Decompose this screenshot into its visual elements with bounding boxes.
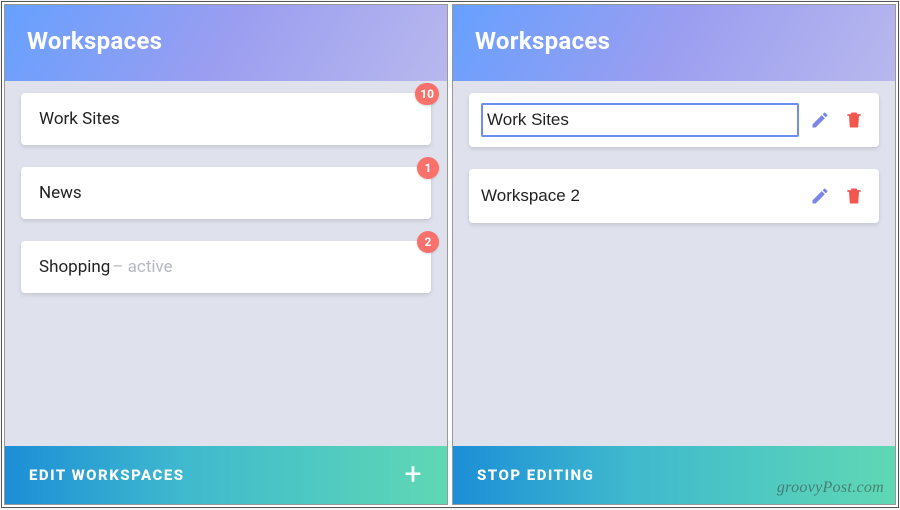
edit-workspaces-button[interactable]: EDIT WORKSPACES + [5, 446, 447, 504]
workspace-list: Work Sites 10 News 1 Shopping – active 2 [5, 81, 447, 446]
tab-count-badge: 2 [417, 231, 439, 253]
panel-edit-mode: Workspaces [452, 4, 896, 505]
workspace-name-input[interactable] [481, 186, 799, 206]
workspace-item[interactable]: Work Sites 10 [21, 93, 431, 145]
workspace-name: News [39, 183, 82, 203]
tab-count-badge: 10 [415, 83, 439, 105]
workspace-name-input[interactable] [487, 110, 793, 130]
panel-view-mode: Workspaces Work Sites 10 News 1 Shopping… [4, 4, 448, 505]
header-title: Workspaces [5, 5, 447, 81]
pencil-icon[interactable] [807, 107, 833, 133]
footer-label: STOP EDITING [477, 466, 594, 484]
workspace-name: Shopping [39, 257, 110, 277]
workspace-item[interactable]: Shopping – active 2 [21, 241, 431, 293]
stop-editing-button[interactable]: STOP EDITING [453, 446, 895, 504]
workspace-name-input-wrap [481, 179, 799, 213]
workspace-edit-list [453, 81, 895, 446]
workspace-edit-item [469, 169, 879, 223]
screenshot-container: Workspaces Work Sites 10 News 1 Shopping… [1, 1, 899, 508]
trash-icon[interactable] [841, 183, 867, 209]
workspace-item[interactable]: News 1 [21, 167, 431, 219]
workspace-name: Work Sites [39, 109, 120, 129]
workspace-edit-item [469, 93, 879, 147]
active-label: – active [112, 257, 172, 277]
header-title: Workspaces [453, 5, 895, 81]
workspace-name-input-wrap [481, 103, 799, 137]
footer-label: EDIT WORKSPACES [29, 466, 185, 484]
tab-count-badge: 1 [417, 157, 439, 179]
pencil-icon[interactable] [807, 183, 833, 209]
trash-icon[interactable] [841, 107, 867, 133]
plus-icon[interactable]: + [404, 460, 423, 490]
